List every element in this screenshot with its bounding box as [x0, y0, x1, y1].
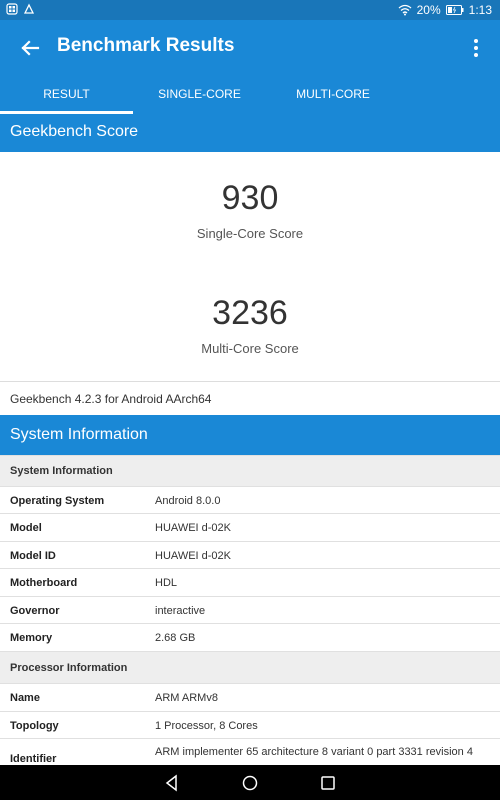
- version-row: Geekbench 4.2.3 for Android AArch64: [0, 381, 500, 416]
- group-header-processor: Processor Information: [0, 651, 500, 684]
- row-value: Android 8.0.0: [155, 495, 221, 507]
- table-row: Governor interactive: [0, 596, 500, 624]
- row-key: Name: [10, 692, 40, 704]
- table-row: Topology 1 Processor, 8 Cores: [0, 711, 500, 739]
- row-key: Identifier: [10, 753, 57, 765]
- geekbench-score-header: Geekbench Score: [0, 114, 500, 152]
- multi-core-score-label: Multi-Core Score: [201, 341, 299, 356]
- table-row: Model ID HUAWEI d-02K: [0, 541, 500, 569]
- row-key: Model ID: [10, 550, 56, 562]
- row-value: 2.68 GB: [155, 632, 196, 644]
- nav-back-icon[interactable]: [162, 773, 182, 793]
- row-key: Model: [10, 522, 42, 534]
- status-time: 1:13: [468, 3, 492, 17]
- wifi-icon: [398, 4, 412, 16]
- table-row: Memory 2.68 GB: [0, 623, 500, 652]
- geekbench-score-title: Geekbench Score: [10, 123, 139, 140]
- group-title: Processor Information: [10, 662, 128, 674]
- app-notification-icon: [23, 3, 35, 14]
- single-core-score-label: Single-Core Score: [196, 226, 304, 241]
- row-key: Topology: [10, 720, 59, 732]
- group-title: System Information: [10, 465, 113, 477]
- row-value: HUAWEI d-02K: [155, 550, 232, 562]
- table-row: Name ARM ARMv8: [0, 683, 500, 712]
- row-key: Motherboard: [10, 577, 78, 589]
- status-right-icons: 20% 1:13: [398, 3, 492, 17]
- tab-bar: RESULT SINGLE-CORE MULTI-CORE: [0, 76, 500, 114]
- row-key: Governor: [10, 605, 60, 617]
- nav-recents-icon[interactable]: [318, 773, 338, 793]
- tab-single-core[interactable]: SINGLE-CORE: [133, 76, 266, 114]
- multi-core-score: 3236: [212, 294, 288, 332]
- row-value: HUAWEI d-02K: [155, 522, 232, 534]
- system-information-header: System Information: [0, 415, 500, 455]
- gallery-notification-icon: [6, 3, 18, 15]
- score-card: 930 Single-Core Score 3236 Multi-Core Sc…: [0, 152, 500, 381]
- battery-icon: [445, 5, 464, 15]
- table-row: Model HUAWEI d-02K: [0, 513, 500, 542]
- row-value: ARM ARMv8: [155, 692, 218, 704]
- battery-percent: 20%: [416, 3, 441, 17]
- row-value: 1 Processor, 8 Cores: [155, 720, 258, 732]
- row-key: Memory: [10, 632, 53, 644]
- tab-result[interactable]: RESULT: [0, 76, 133, 114]
- status-left-icons: [6, 3, 35, 15]
- table-row: Identifier ARM implementer 65 architectu…: [0, 738, 500, 766]
- app-bar: Benchmark Results: [0, 20, 500, 76]
- row-key: Operating System: [10, 495, 105, 507]
- tab-multi-core[interactable]: MULTI-CORE: [266, 76, 400, 114]
- arrow-back-icon[interactable]: [16, 34, 44, 62]
- table-row: Operating System Android 8.0.0: [0, 486, 500, 514]
- status-bar: 20% 1:13: [0, 0, 500, 20]
- version-text: Geekbench 4.2.3 for Android AArch64: [10, 392, 212, 406]
- single-core-score: 930: [221, 179, 279, 217]
- row-value: ARM implementer 65 architecture 8 varian…: [155, 746, 473, 758]
- row-value: interactive: [155, 605, 206, 617]
- table-row: Motherboard HDL: [0, 568, 500, 597]
- more-vert-icon[interactable]: [466, 36, 486, 60]
- row-value: HDL: [155, 577, 178, 589]
- group-header-system: System Information: [0, 455, 500, 487]
- system-information-title: System Information: [10, 426, 148, 443]
- nav-home-icon[interactable]: [240, 773, 260, 793]
- page-title: Benchmark Results: [57, 35, 235, 56]
- navigation-bar: [0, 765, 500, 800]
